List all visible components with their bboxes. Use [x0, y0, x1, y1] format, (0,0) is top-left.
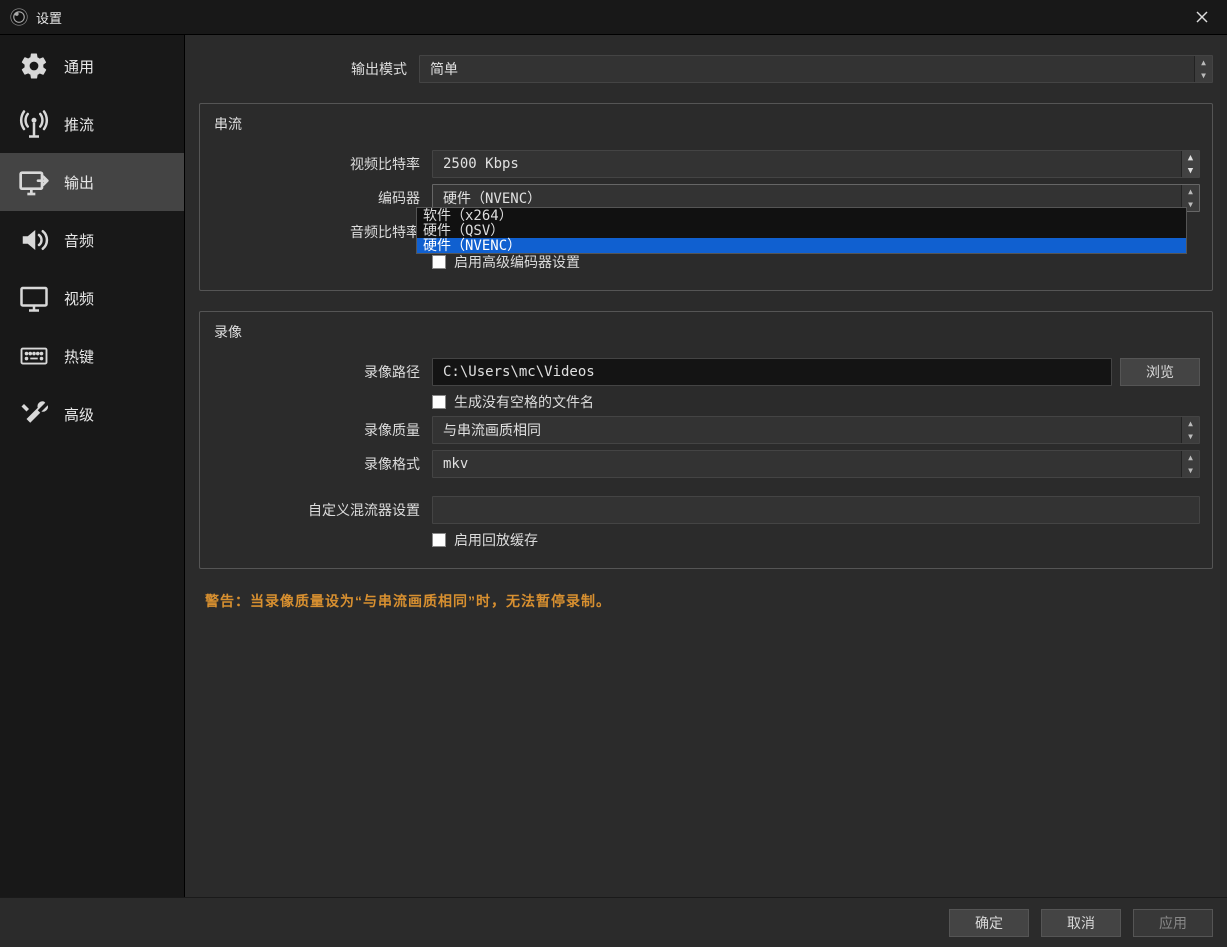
- streaming-group: 串流 视频比特率 2500 Kbps ▲▼ 编码器 硬件（NVENC） ▲▼: [199, 103, 1213, 291]
- encoder-option-selected[interactable]: 硬件（NVENC）: [417, 238, 1186, 253]
- replay-buffer-row: 启用回放缓存: [212, 530, 1200, 550]
- keyboard-icon: [18, 340, 50, 372]
- recording-format-label: 录像格式: [212, 454, 432, 474]
- sidebar: 通用 推流 输出 音频 视频: [0, 35, 185, 897]
- recording-path-value: C:\Users\mc\Videos: [443, 364, 595, 380]
- sidebar-item-label: 音频: [64, 230, 94, 251]
- tools-icon: [18, 398, 50, 430]
- replay-buffer-checkbox[interactable]: [432, 533, 446, 547]
- warning-text: 警告：当录像质量设为“与串流画质相同”时，无法暂停录制。: [199, 591, 1213, 611]
- sidebar-item-label: 通用: [64, 56, 94, 77]
- recording-quality-select[interactable]: 与串流画质相同 ▲▼: [432, 416, 1200, 444]
- video-bitrate-input[interactable]: 2500 Kbps ▲▼: [432, 150, 1200, 178]
- footer: 确定 取消 应用: [0, 897, 1227, 947]
- sidebar-item-label: 输出: [64, 172, 94, 193]
- stepper-icon: ▲▼: [1181, 151, 1199, 177]
- apply-button-label: 应用: [1159, 913, 1187, 933]
- recording-path-input[interactable]: C:\Users\mc\Videos: [432, 358, 1112, 386]
- recording-group: 录像 录像路径 C:\Users\mc\Videos 浏览 生成没有空格的文件名…: [199, 311, 1213, 569]
- encoder-dropdown-popup[interactable]: 软件（x264） 硬件（QSV） 硬件（NVENC）: [416, 207, 1187, 254]
- browse-button-label: 浏览: [1146, 362, 1174, 382]
- encoder-option[interactable]: 硬件（QSV）: [417, 223, 1186, 238]
- sidebar-item-general[interactable]: 通用: [0, 37, 184, 95]
- no-space-filename-row: 生成没有空格的文件名: [212, 392, 1200, 412]
- browse-button[interactable]: 浏览: [1120, 358, 1200, 386]
- adv-encoder-checkbox-label: 启用高级编码器设置: [454, 252, 580, 272]
- window-title: 设置: [36, 8, 62, 27]
- encoder-value: 硬件（NVENC）: [443, 188, 541, 208]
- sidebar-item-label: 高级: [64, 404, 94, 425]
- custom-muxer-row: 自定义混流器设置: [212, 496, 1200, 524]
- updown-icon: ▲▼: [1181, 451, 1199, 477]
- sidebar-item-advanced[interactable]: 高级: [0, 385, 184, 443]
- sidebar-item-label: 视频: [64, 288, 94, 309]
- broadcast-icon: [18, 108, 50, 140]
- output-mode-label: 输出模式: [199, 59, 419, 79]
- recording-path-label: 录像路径: [212, 362, 432, 382]
- recording-quality-label: 录像质量: [212, 420, 432, 440]
- video-bitrate-value: 2500 Kbps: [443, 156, 519, 172]
- ok-button-label: 确定: [975, 913, 1003, 933]
- recording-quality-row: 录像质量 与串流画质相同 ▲▼: [212, 416, 1200, 444]
- sidebar-item-audio[interactable]: 音频: [0, 211, 184, 269]
- recording-group-title: 录像: [212, 320, 1200, 344]
- encoder-option[interactable]: 软件（x264）: [417, 208, 1186, 223]
- speaker-icon: [18, 224, 50, 256]
- gear-icon: [18, 50, 50, 82]
- recording-format-value: mkv: [443, 456, 468, 472]
- custom-muxer-input[interactable]: [432, 496, 1200, 524]
- no-space-filename-checkbox[interactable]: [432, 395, 446, 409]
- output-mode-value: 简单: [430, 59, 458, 79]
- video-bitrate-label: 视频比特率: [212, 154, 432, 174]
- audio-bitrate-label: 音频比特率: [212, 222, 432, 242]
- sidebar-item-output[interactable]: 输出: [0, 153, 184, 211]
- video-bitrate-row: 视频比特率 2500 Kbps ▲▼: [212, 150, 1200, 178]
- sidebar-item-stream[interactable]: 推流: [0, 95, 184, 153]
- recording-format-row: 录像格式 mkv ▲▼: [212, 450, 1200, 478]
- encoder-label: 编码器: [212, 188, 432, 208]
- titlebar: 设置: [0, 0, 1227, 35]
- updown-icon: ▲▼: [1181, 417, 1199, 443]
- recording-format-select[interactable]: mkv ▲▼: [432, 450, 1200, 478]
- close-button[interactable]: [1187, 3, 1217, 31]
- adv-encoder-checkbox[interactable]: [432, 255, 446, 269]
- streaming-group-title: 串流: [212, 112, 1200, 136]
- updown-icon: ▲▼: [1194, 56, 1212, 82]
- cancel-button-label: 取消: [1067, 913, 1095, 933]
- app-icon: [10, 8, 28, 26]
- output-mode-row: 输出模式 简单 ▲▼: [199, 55, 1213, 83]
- output-icon: [18, 166, 50, 198]
- sidebar-item-label: 推流: [64, 114, 94, 135]
- sidebar-item-video[interactable]: 视频: [0, 269, 184, 327]
- ok-button[interactable]: 确定: [949, 909, 1029, 937]
- no-space-filename-label: 生成没有空格的文件名: [454, 392, 594, 412]
- recording-path-row: 录像路径 C:\Users\mc\Videos 浏览: [212, 358, 1200, 386]
- custom-muxer-label: 自定义混流器设置: [212, 500, 432, 520]
- apply-button[interactable]: 应用: [1133, 909, 1213, 937]
- output-mode-select[interactable]: 简单 ▲▼: [419, 55, 1213, 83]
- adv-encoder-checkbox-row: 启用高级编码器设置: [212, 252, 1200, 272]
- replay-buffer-label: 启用回放缓存: [454, 530, 538, 550]
- cancel-button[interactable]: 取消: [1041, 909, 1121, 937]
- recording-quality-value: 与串流画质相同: [443, 420, 541, 440]
- content-area: 输出模式 简单 ▲▼ 串流 视频比特率 2500 Kbps ▲▼: [185, 35, 1227, 897]
- sidebar-item-hotkeys[interactable]: 热键: [0, 327, 184, 385]
- monitor-icon: [18, 282, 50, 314]
- sidebar-item-label: 热键: [64, 346, 94, 367]
